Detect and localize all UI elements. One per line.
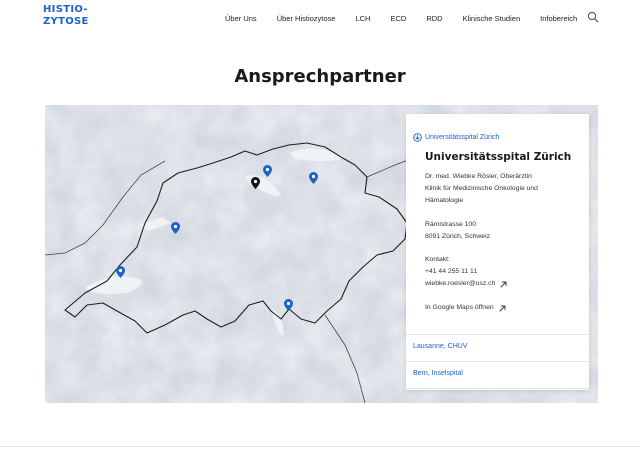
contact-label: Kontakt: <box>425 256 450 263</box>
map-pin-zuerich-active[interactable] <box>251 177 260 189</box>
site-logo[interactable]: HISTIO- ZYTOSE <box>43 4 89 28</box>
map-pin-location[interactable] <box>284 299 293 311</box>
department-line-1: Klinik für Medizinische Onkologie und <box>425 185 538 192</box>
nav-item-ueber-histiozytose[interactable]: Über Histiozytose <box>277 14 336 23</box>
city-address: 8091 Zürich, Schweiz <box>425 233 490 240</box>
email-link[interactable]: wiebke.roesler@usz.ch <box>425 278 507 290</box>
location-item-bern[interactable]: Bern, Inselspital <box>413 370 463 377</box>
nav-item-lch[interactable]: LCH <box>355 14 370 23</box>
logo-line-2: ZYTOSE <box>43 16 89 27</box>
department-line-2: Hämatologie <box>425 197 464 204</box>
site-header: HISTIO- ZYTOSE Über Uns Über Histiozytos… <box>0 0 640 36</box>
active-location-label: Universitätsspital Zürich <box>425 134 500 141</box>
active-location-toggle[interactable]: Universitätsspital Zürich <box>413 133 499 142</box>
footer-divider <box>0 446 640 447</box>
map-pin-location[interactable] <box>263 165 272 177</box>
contact-panel: Universitätsspital Zürich Universitätssp… <box>406 114 589 390</box>
contact-person: Dr. med. Wiebke Rösler, Oberärztin <box>425 173 532 180</box>
nav-item-rdd[interactable]: RDD <box>426 14 442 23</box>
panel-title: Universitätsspital Zürich <box>425 151 572 163</box>
circle-arrow-down-icon <box>413 133 422 142</box>
location-item-lausanne[interactable]: Lausanne, CHUV <box>413 343 467 350</box>
external-arrow-icon <box>499 305 506 311</box>
logo-line-1: HISTIO- <box>43 4 88 15</box>
map-pin-bern[interactable] <box>171 222 180 234</box>
street-address: Rämistrasse 100 <box>425 221 476 228</box>
search-icon[interactable] <box>587 11 599 23</box>
main-nav: Über Uns Über Histiozytose LCH ECD RDD K… <box>225 12 577 24</box>
page-title: Ansprechpartner <box>234 66 406 87</box>
divider <box>406 388 589 389</box>
nav-item-ueber-uns[interactable]: Über Uns <box>225 14 257 23</box>
divider <box>406 361 589 362</box>
email-text: wiebke.roesler@usz.ch <box>425 280 496 287</box>
external-arrow-icon <box>500 281 507 287</box>
divider <box>406 334 589 335</box>
map-pin-location[interactable] <box>309 172 318 184</box>
nav-item-klinische-studien[interactable]: Klinische Studien <box>463 14 521 23</box>
nav-item-infobereich[interactable]: Infobereich <box>540 14 577 23</box>
phone-number[interactable]: +41 44 255 11 11 <box>425 266 477 278</box>
map-pin-lausanne[interactable] <box>116 266 125 278</box>
nav-item-ecd[interactable]: ECD <box>390 14 406 23</box>
google-maps-link[interactable]: In Google Maps öffnen <box>425 302 506 314</box>
google-maps-text: In Google Maps öffnen <box>425 304 494 311</box>
